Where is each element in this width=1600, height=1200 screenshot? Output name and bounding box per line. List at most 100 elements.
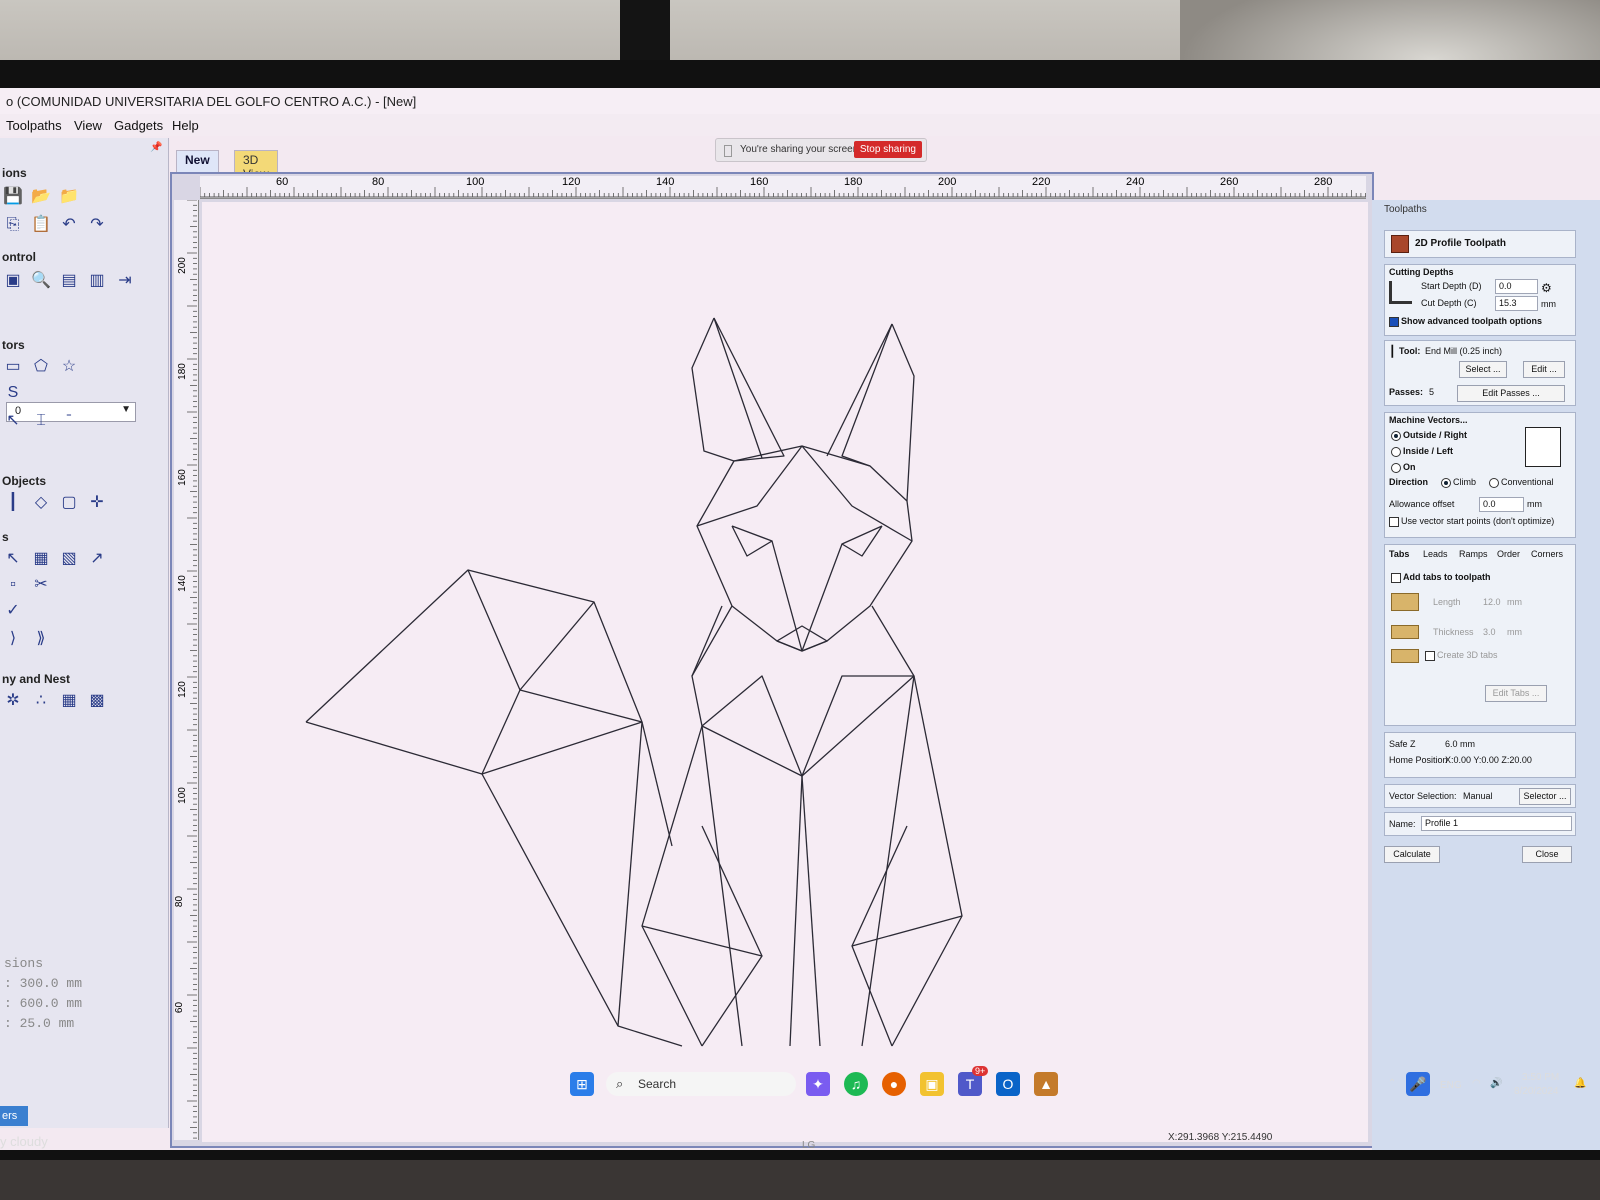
stop-sharing-button[interactable]: Stop sharing [853, 141, 922, 158]
abc-text-icon[interactable]: ˉ [58, 410, 80, 432]
node-edit-icon[interactable]: ↖ [2, 548, 24, 570]
edit-tabs-button[interactable]: Edit Tabs ... [1485, 685, 1547, 702]
text-on-path-icon[interactable]: ↖ [2, 410, 24, 432]
subtab-tabs[interactable]: Tabs [1389, 549, 1409, 559]
fox-vector-drawing[interactable] [202, 202, 1368, 1142]
menu-view[interactable]: View [74, 118, 102, 133]
offset-icon[interactable]: ▫ [2, 574, 24, 596]
start-depth-pick-icon[interactable]: ⚙ [1541, 281, 1552, 295]
language-indicator[interactable]: ENG [1440, 1080, 1462, 1091]
rectangle-icon[interactable]: ▭ [2, 356, 24, 378]
paste-icon[interactable]: 📋 [30, 214, 52, 236]
layer-view-icon[interactable]: ▤ [58, 270, 80, 292]
create-3d-tabs-checkbox[interactable] [1425, 651, 1435, 661]
layer-split-icon[interactable]: ▥ [86, 270, 108, 292]
fillet-icon[interactable]: ✓ [2, 600, 24, 622]
end-mill-icon: ┃ [1389, 346, 1396, 358]
select-tool-button[interactable]: Select ... [1459, 361, 1507, 378]
align-icon[interactable]: ┃ [2, 492, 24, 514]
safe-z-value: 6.0 mm [1445, 739, 1476, 749]
subtab-corners[interactable]: Corners [1531, 549, 1563, 559]
redo-icon[interactable]: ↷ [86, 214, 108, 236]
selector-button[interactable]: Selector ... [1519, 788, 1571, 805]
outlook-icon[interactable]: O [996, 1072, 1020, 1096]
start-points-checkbox[interactable] [1389, 517, 1399, 527]
save-icon[interactable]: 💾 [2, 186, 24, 208]
pin-icon[interactable]: 📌 [150, 142, 162, 153]
tab-thickness-value[interactable]: 3.0 [1483, 627, 1496, 637]
firefox-icon[interactable]: ● [882, 1072, 906, 1096]
star-icon[interactable]: ☆ [58, 356, 80, 378]
outside-radio[interactable] [1391, 431, 1401, 441]
section-layer-control: ontrol [2, 250, 36, 264]
copy-along-icon[interactable]: ✲ [2, 690, 24, 712]
move-icon[interactable]: ✛ [86, 492, 108, 514]
layer-move-icon[interactable]: ⇥ [114, 270, 136, 292]
polygon-icon[interactable]: ⬠ [30, 356, 52, 378]
share-grip-icon[interactable] [724, 145, 732, 157]
notifications-icon[interactable]: 🔔 [1574, 1078, 1586, 1089]
start-depth-input[interactable]: 0.0 [1495, 279, 1538, 294]
zoom-icon[interactable]: 🔍 [30, 270, 52, 292]
join-icon[interactable]: ⟫ [30, 628, 52, 650]
wifi-icon[interactable]: ◠ [1472, 1078, 1481, 1089]
on-radio[interactable] [1391, 463, 1401, 473]
menu-gadgets[interactable]: Gadgets [114, 118, 163, 133]
climb-radio[interactable] [1441, 478, 1451, 488]
inside-radio[interactable] [1391, 447, 1401, 457]
ruler-label: 280 [1314, 176, 1333, 188]
drawing-area[interactable] [202, 202, 1368, 1142]
calculate-button[interactable]: Calculate [1384, 846, 1440, 863]
copy-icon[interactable]: ⎘ [2, 214, 24, 236]
windows-start-icon[interactable]: ⊞ [570, 1072, 594, 1096]
taskbar-search[interactable]: ⌕ Search [606, 1072, 796, 1096]
ruler-label: 80 [372, 176, 385, 188]
close-button[interactable]: Close [1522, 846, 1572, 863]
subtab-leads[interactable]: Leads [1423, 549, 1448, 559]
tab-length-value[interactable]: 12.0 [1483, 597, 1501, 607]
allowance-input[interactable]: 0.0 [1479, 497, 1524, 512]
menu-help[interactable]: Help [172, 118, 199, 133]
nodes-icon[interactable]: ∴ [30, 690, 52, 712]
scale-icon[interactable]: ▢ [58, 492, 80, 514]
clock-time[interactable]: 3:50 PM [1522, 1072, 1559, 1083]
file-explorer-icon[interactable]: ▣ [920, 1072, 944, 1096]
tray-expand-icon[interactable]: ⌃ [1388, 1078, 1396, 1089]
ungroup-icon[interactable]: ▧ [58, 548, 80, 570]
layers-tab[interactable]: ers [0, 1106, 28, 1126]
spotify-icon[interactable]: ♫ [844, 1072, 868, 1096]
zoom-extents-icon[interactable]: ▣ [2, 270, 24, 292]
edit-passes-button[interactable]: Edit Passes ... [1457, 385, 1565, 402]
menu-toolpaths[interactable]: Toolpaths [6, 118, 62, 133]
weather-widget[interactable]: y cloudy [0, 1134, 48, 1149]
safe-z-section: Safe Z 6.0 mm Home Position X:0.00 Y:0.0… [1384, 732, 1576, 778]
advanced-options-checkbox[interactable] [1389, 317, 1399, 327]
microphone-icon[interactable]: 🎤 [1406, 1072, 1430, 1096]
import-icon[interactable]: 📁 [58, 186, 80, 208]
measure-icon[interactable]: ↗ [86, 548, 108, 570]
mirror-icon[interactable]: ◇ [30, 492, 52, 514]
subtab-ramps[interactable]: Ramps [1459, 549, 1488, 559]
passes-label: Passes: [1389, 387, 1424, 397]
nest-icon[interactable]: ▩ [86, 690, 108, 712]
undo-icon[interactable]: ↶ [58, 214, 80, 236]
edit-tool-button[interactable]: Edit ... [1523, 361, 1565, 378]
clock-date[interactable]: 8/20/2024 [1514, 1086, 1559, 1097]
volume-icon[interactable]: 🔊 [1490, 1078, 1502, 1089]
trim-icon[interactable]: ✂ [30, 574, 52, 596]
extend-icon[interactable]: ⟩ [2, 628, 24, 650]
cut-depth-input[interactable]: 15.3 [1495, 296, 1538, 311]
text-icon[interactable]: ⌶ [30, 410, 52, 432]
vcarve-app-icon[interactable]: ▲ [1034, 1072, 1058, 1096]
curve-icon[interactable]: S [2, 382, 24, 404]
add-tabs-checkbox[interactable] [1391, 573, 1401, 583]
open-folder-icon[interactable]: 📂 [30, 186, 52, 208]
copilot-icon[interactable]: ✦ [806, 1072, 830, 1096]
ruler-label: 60 [174, 1001, 186, 1014]
tab-length-label: Length [1433, 597, 1461, 607]
conventional-radio[interactable] [1489, 478, 1499, 488]
subtab-order[interactable]: Order [1497, 549, 1520, 559]
group-icon[interactable]: ▦ [30, 548, 52, 570]
grid-array-icon[interactable]: ▦ [58, 690, 80, 712]
toolpath-name-input[interactable]: Profile 1 [1421, 816, 1572, 831]
